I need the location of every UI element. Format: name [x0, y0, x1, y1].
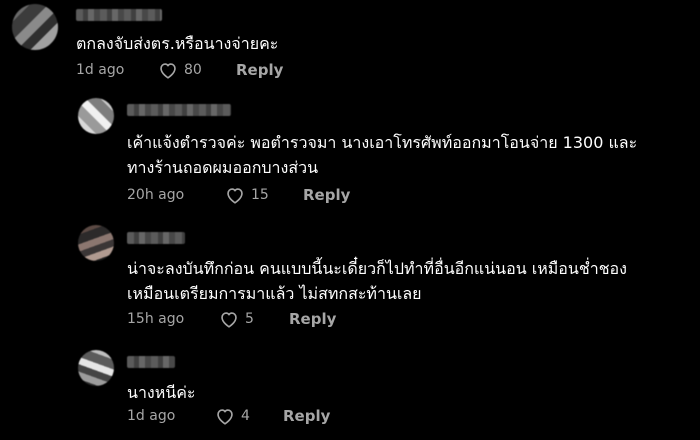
comment-meta: 1d ago 80 Reply [76, 60, 283, 80]
comment-text-line: น่าจะลงบันทึกก่อน คนแบบนี้นะเดี๋ยวก็ไปทำ… [127, 259, 627, 278]
comment-meta: 20h ago 15 Reply [127, 185, 350, 205]
comment-text: นางหนีค่ะ [127, 380, 196, 405]
comment-text: เค้าแจ้งตำรวจค่ะ พอตำรวจมา นางเอาโทรศัพท… [127, 130, 637, 180]
comment-meta: 15h ago 5 Reply [127, 309, 336, 329]
username-blurred[interactable] [127, 356, 175, 368]
reply-button[interactable]: Reply [283, 407, 330, 425]
like-count: 5 [245, 311, 254, 327]
comment-time: 20h ago [127, 187, 185, 203]
heart-outline-icon [158, 61, 178, 79]
reply-button[interactable]: Reply [289, 310, 336, 328]
comment-text: ตกลงจับส่งตร.หรือนางจ่ายคะ [76, 31, 278, 56]
comment-time: 1d ago [76, 62, 125, 78]
comment-meta: 1d ago 4 Reply [127, 406, 330, 426]
comment-text-line: นางหนีค่ะ [127, 383, 196, 402]
username-blurred[interactable] [127, 232, 185, 244]
like-count: 80 [184, 62, 202, 78]
like-button[interactable]: 80 [158, 61, 236, 79]
avatar[interactable] [78, 98, 114, 134]
comment-text: น่าจะลงบันทึกก่อน คนแบบนี้นะเดี๋ยวก็ไปทำ… [127, 256, 627, 306]
username-blurred[interactable] [127, 104, 231, 116]
comment-text-line: เค้าแจ้งตำรวจค่ะ พอตำรวจมา นางเอาโทรศัพท… [127, 133, 638, 152]
heart-outline-icon [215, 407, 235, 425]
heart-outline-icon [219, 310, 239, 328]
reply-button[interactable]: Reply [236, 61, 283, 79]
comment-time: 1d ago [127, 408, 176, 424]
avatar[interactable] [12, 4, 58, 50]
heart-outline-icon [225, 186, 245, 204]
like-button[interactable]: 15 [225, 186, 303, 204]
reply-button[interactable]: Reply [303, 186, 350, 204]
username-blurred[interactable] [76, 9, 162, 21]
comment-text-line: เหมือนเตรียมการมาแล้ว ไม่สทกสะท้านเลย [127, 284, 422, 303]
like-button[interactable]: 5 [219, 310, 289, 328]
comment-text-line: ทางร้านถอดผมออกบางส่วน [127, 158, 319, 177]
like-count: 15 [251, 187, 269, 203]
avatar[interactable] [78, 350, 114, 386]
avatar[interactable] [78, 225, 114, 261]
comment-time: 15h ago [127, 311, 185, 327]
like-count: 4 [241, 408, 250, 424]
like-button[interactable]: 4 [215, 407, 283, 425]
comment-text-line: ตกลงจับส่งตร.หรือนางจ่ายคะ [76, 34, 279, 53]
